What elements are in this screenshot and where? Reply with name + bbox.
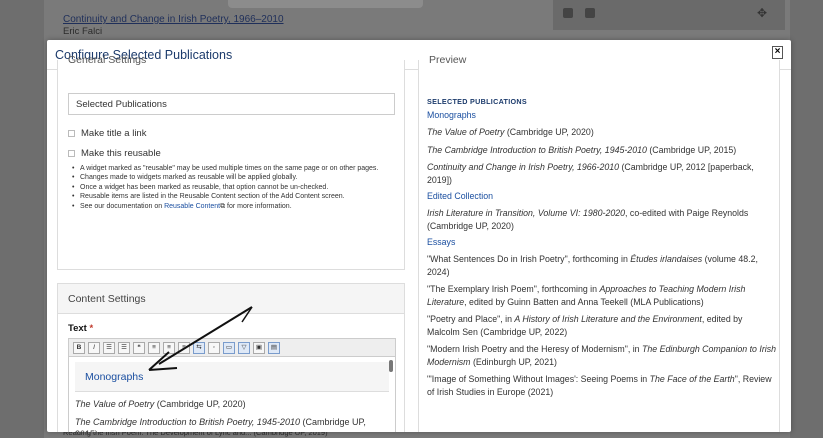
- preview-item: "'Image of Something Without Images': Se…: [427, 374, 772, 397]
- make-link-label: Make title a link: [81, 128, 147, 139]
- preview-essays-label: Essays: [427, 237, 456, 247]
- background-book-link: Continuity and Change in Irish Poetry, 1…: [63, 14, 284, 25]
- bold-button[interactable]: B: [73, 341, 85, 354]
- preview-item: "Poetry and Place", in A History of Iris…: [427, 314, 743, 337]
- blockquote-button[interactable]: ❝: [133, 341, 145, 354]
- text-field-label: Text *: [68, 323, 94, 334]
- make-link-checkbox[interactable]: [68, 130, 75, 137]
- widget-title-input[interactable]: Selected Publications: [68, 93, 395, 115]
- make-reusable-checkbox-row[interactable]: Make this reusable: [68, 148, 161, 159]
- preview-section-title: SELECTED PUBLICATIONS: [427, 97, 528, 106]
- note-item: A widget marked as "reusable" may be use…: [72, 164, 382, 174]
- note-item: Changes made to widgets marked as reusab…: [72, 173, 382, 183]
- background-toolbar-button: [585, 8, 595, 18]
- preview-item: "Modern Irish Poetry and the Heresy of M…: [427, 344, 777, 367]
- editor-scrollbar[interactable]: [389, 360, 393, 372]
- editor-line: The Value of Poetry (Cambridge UP, 2020): [75, 399, 246, 409]
- reusable-notes-list: A widget marked as "reusable" may be use…: [72, 164, 382, 211]
- italic-button[interactable]: I: [88, 341, 100, 354]
- note-item: Reusable items are listed in the Reusabl…: [72, 192, 382, 202]
- make-reusable-checkbox[interactable]: [68, 150, 75, 157]
- preview-item: The Value of Poetry (Cambridge UP, 2020): [427, 127, 594, 137]
- preview-heading: Preview: [429, 54, 467, 66]
- make-reusable-label: Make this reusable: [81, 148, 161, 159]
- make-link-checkbox-row[interactable]: Make title a link: [68, 128, 146, 139]
- background-search-bar: [228, 0, 423, 8]
- preview-item: Continuity and Change in Irish Poetry, 1…: [427, 162, 754, 185]
- general-settings-heading: General Settings: [68, 54, 147, 66]
- reusable-content-link[interactable]: Reusable Content: [164, 203, 220, 210]
- preview-edited-label: Edited Collection: [427, 191, 494, 201]
- preview-panel: Preview SELECTED PUBLICATIONS Monographs…: [418, 54, 780, 432]
- preview-item: "What Sentences Do in Irish Poetry", for…: [427, 254, 758, 277]
- background-toolbar-button: [563, 8, 573, 18]
- table-button[interactable]: ▤: [268, 341, 280, 354]
- annotation-arrow: [148, 306, 253, 371]
- preview-item: "The Exemplary Irish Poem", forthcoming …: [427, 284, 746, 307]
- preview-content: SELECTED PUBLICATIONS Monographs The Val…: [427, 97, 777, 403]
- close-button[interactable]: ×: [772, 46, 783, 59]
- note-item-documentation: See our documentation on Reusable Conten…: [72, 202, 382, 212]
- editor-line: The Cambridge Introduction to British Po…: [75, 417, 366, 432]
- preview-item: Irish Literature in Transition, Volume V…: [427, 208, 749, 231]
- note-item: Once a widget has been marked as reusabl…: [72, 183, 382, 193]
- bulleted-list-button[interactable]: ☰: [103, 341, 115, 354]
- general-settings-panel: General Settings Selected Publications M…: [57, 54, 405, 270]
- background-book-author: Eric Falci: [63, 26, 103, 37]
- numbered-list-button[interactable]: ☰: [118, 341, 130, 354]
- configure-modal: Configure Selected Publications × Genera…: [47, 40, 791, 432]
- required-mark: *: [89, 323, 94, 334]
- preview-monographs-label: Monographs: [427, 110, 476, 120]
- move-icon: ✥: [756, 6, 767, 20]
- background-toolbar: ✥: [553, 0, 785, 30]
- preview-item: The Cambridge Introduction to British Po…: [427, 144, 737, 155]
